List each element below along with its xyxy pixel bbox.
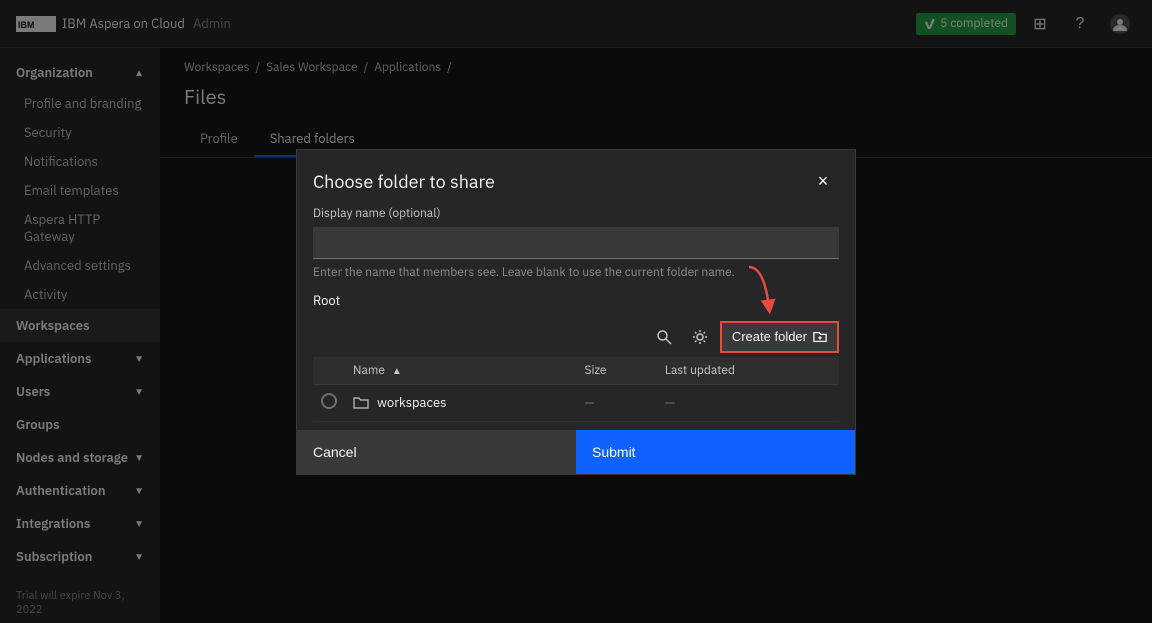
modal-close-button[interactable]: × — [807, 166, 839, 198]
modal-overlay: Choose folder to share × Display name (o… — [0, 0, 1152, 623]
row-name-cell: workspaces — [345, 384, 576, 421]
modal-title: Choose folder to share — [313, 170, 495, 193]
cancel-button[interactable]: Cancel — [297, 430, 576, 474]
create-folder-button[interactable]: Create folder — [720, 321, 839, 353]
row-select-cell[interactable] — [313, 384, 345, 421]
col-size: Size — [576, 357, 656, 385]
search-icon-button[interactable] — [648, 321, 680, 353]
row-last-updated-cell: — — [657, 384, 839, 421]
create-folder-label: Create folder — [732, 329, 807, 344]
choose-folder-modal: Choose folder to share × Display name (o… — [296, 149, 856, 475]
modal-body: Display name (optional) Enter the name t… — [297, 206, 855, 422]
radio-button[interactable] — [321, 393, 337, 409]
folder-table: Name ▲ Size Last updated — [313, 357, 839, 422]
modal-footer: Cancel Submit — [297, 430, 855, 474]
col-last-updated: Last updated — [657, 357, 839, 385]
search-icon — [656, 329, 672, 345]
sort-icon: ▲ — [392, 364, 402, 377]
col-name[interactable]: Name ▲ — [345, 357, 576, 385]
modal-header: Choose folder to share × — [297, 150, 855, 206]
root-label: Root — [313, 292, 839, 309]
submit-button[interactable]: Submit — [576, 430, 855, 474]
col-select — [313, 357, 345, 385]
table-row[interactable]: workspaces — — — [313, 384, 839, 421]
folder-plus-icon — [813, 330, 827, 344]
row-size-cell: — — [576, 384, 656, 421]
settings-icon-button[interactable] — [684, 321, 716, 353]
folder-toolbar: Create folder — [313, 317, 839, 357]
folder-icon — [353, 396, 369, 410]
display-name-input[interactable] — [313, 227, 839, 259]
gear-icon — [692, 329, 708, 345]
display-name-label: Display name (optional) — [313, 206, 839, 221]
field-hint-text: Enter the name that members see. Leave b… — [313, 265, 839, 280]
